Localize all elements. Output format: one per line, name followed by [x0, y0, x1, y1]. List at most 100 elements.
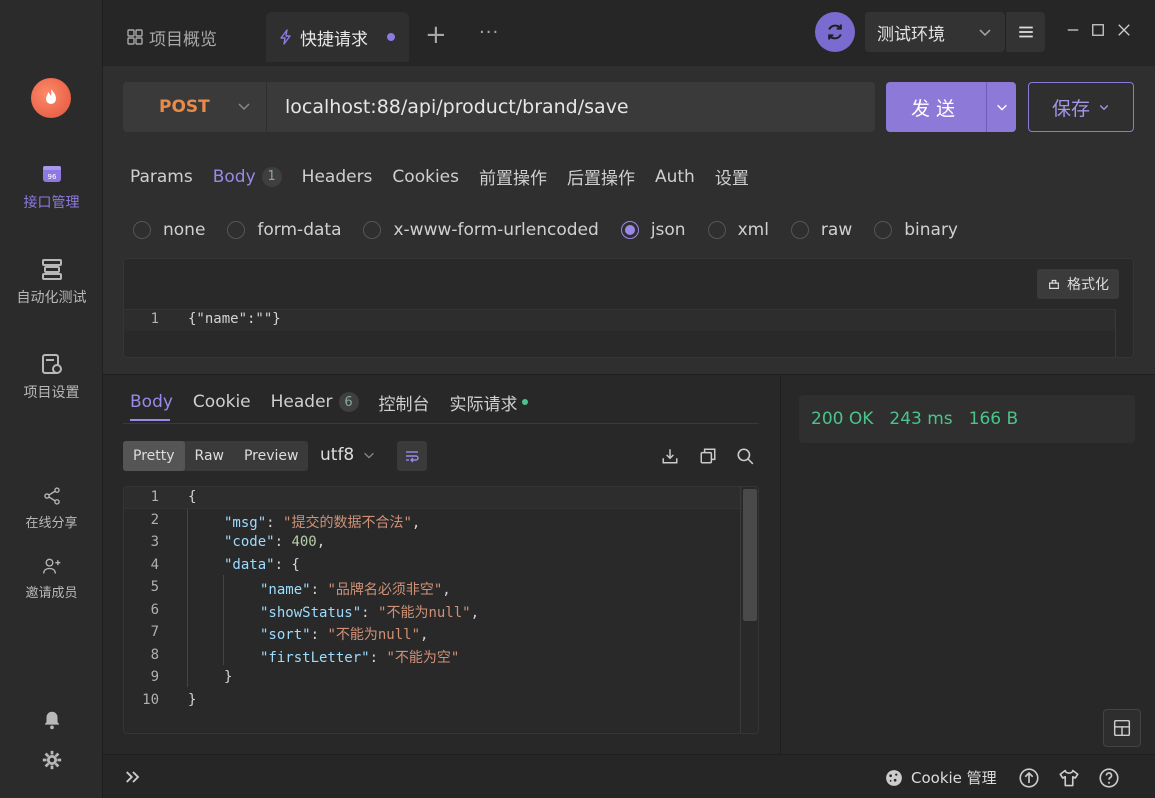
- url-input[interactable]: [267, 82, 875, 132]
- code-line: "name": "品牌名必须非空",: [260, 579, 451, 599]
- minimize-button[interactable]: [1063, 20, 1083, 40]
- tab-response-cookie[interactable]: Cookie: [193, 389, 251, 415]
- word-wrap-button[interactable]: [397, 441, 427, 471]
- tab-response-body[interactable]: Body: [130, 389, 173, 415]
- tab-settings[interactable]: 设置: [715, 164, 749, 189]
- radio-xml[interactable]: xml: [707, 220, 769, 240]
- sidebar-item-share[interactable]: 在线分享: [0, 486, 103, 531]
- radio-dot: [620, 221, 639, 239]
- status-dot: [521, 399, 528, 405]
- tab-label: Auth: [654, 166, 695, 187]
- code-token: "品牌名必须非空": [327, 582, 443, 598]
- line-number: 9: [150, 669, 159, 685]
- sidebar-item-api-management[interactable]: 96 接口管理: [0, 162, 103, 212]
- radio-dot: [874, 221, 893, 239]
- tab-params[interactable]: Params: [130, 164, 193, 189]
- method-select[interactable]: POST: [123, 82, 267, 132]
- code-token: }: [188, 691, 197, 708]
- encoding-select[interactable]: utf8: [320, 445, 376, 465]
- tab-quick-request[interactable]: 快捷请求: [266, 12, 409, 62]
- response-scrollbar[interactable]: [740, 487, 758, 733]
- radio-label: json: [650, 220, 686, 240]
- radio-urlencoded[interactable]: x-www-form-urlencoded: [363, 220, 599, 240]
- tab-pre-script[interactable]: 前置操作: [479, 164, 547, 189]
- maximize-icon: [1092, 24, 1104, 36]
- format-button[interactable]: 格式化: [1037, 269, 1119, 299]
- sidebar-item-invite[interactable]: 邀请成员: [0, 556, 103, 601]
- code-token: :: [310, 627, 328, 643]
- view-label: Pretty: [133, 448, 175, 464]
- radio-binary[interactable]: binary: [874, 220, 958, 240]
- method-label: POST: [159, 97, 210, 117]
- minimize-icon: [1067, 29, 1079, 31]
- environment-select[interactable]: 测试环境: [865, 12, 1005, 52]
- divider: [123, 423, 759, 424]
- editor-scrollbar[interactable]: [1115, 309, 1133, 357]
- expand-sidebar-icon[interactable]: [123, 767, 143, 787]
- code-line: "showStatus": "不能为null",: [260, 602, 479, 622]
- tab-body[interactable]: Body 1: [213, 164, 282, 189]
- radio-json[interactable]: json: [620, 220, 686, 240]
- tab-cookies[interactable]: Cookies: [392, 164, 459, 189]
- code-token: "data": [224, 556, 275, 573]
- more-tabs-button[interactable]: ···: [479, 22, 499, 43]
- sidebar-item-automation[interactable]: 自动化测试: [0, 257, 103, 307]
- code-line: "msg": "提交的数据不合法",: [224, 512, 420, 532]
- search-icon[interactable]: [736, 447, 754, 465]
- response-status-panel: 200 OK 243 ms 166 B: [780, 374, 1155, 754]
- code-line: "data": {: [224, 557, 300, 573]
- tab-label: 控制台: [378, 394, 430, 415]
- radio-raw[interactable]: raw: [790, 220, 852, 240]
- line-number: 6: [150, 601, 159, 618]
- send-button[interactable]: 发送: [886, 82, 1016, 132]
- shirt-icon[interactable]: [1059, 768, 1079, 788]
- new-tab-button[interactable]: +: [425, 20, 447, 50]
- sidebar-item-project-settings[interactable]: 项目设置: [0, 352, 103, 402]
- tab-console[interactable]: 控制台: [379, 389, 430, 415]
- tab-headers[interactable]: Headers: [302, 164, 373, 189]
- save-button[interactable]: 保存: [1028, 82, 1134, 132]
- code-token: {: [188, 489, 197, 505]
- copy-icon[interactable]: [699, 447, 717, 465]
- view-pretty[interactable]: Pretty: [123, 441, 185, 471]
- send-dropdown-button[interactable]: [986, 82, 1016, 132]
- gear-icon[interactable]: [41, 749, 63, 771]
- tab-response-header[interactable]: Header 6: [271, 389, 359, 415]
- tab-post-script[interactable]: 后置操作: [567, 164, 635, 189]
- code-token: "msg": [224, 514, 267, 531]
- view-preview[interactable]: Preview: [234, 441, 309, 471]
- code-token: ,: [420, 627, 429, 643]
- layout-toggle-button[interactable]: [1103, 709, 1141, 747]
- tab-label: 前置操作: [478, 169, 547, 189]
- close-button[interactable]: [1114, 20, 1134, 40]
- response-body-viewer[interactable]: 1 {2 "msg": "提交的数据不合法", 3 "code": 400, 4 "data…: [123, 486, 759, 734]
- tab-project-overview[interactable]: 项目概览: [115, 12, 229, 62]
- response-tabs: Body Cookie Header 6 控制台 实际请求: [130, 389, 548, 415]
- tab-label: Cookies: [392, 166, 459, 187]
- help-icon[interactable]: [1099, 768, 1119, 788]
- chevron-down-icon: [238, 103, 250, 111]
- stack-icon: [41, 259, 62, 280]
- top-bar: 项目概览 快捷请求 + ··· 测试环境: [103, 0, 1155, 66]
- download-icon[interactable]: [661, 447, 679, 465]
- maximize-button[interactable]: [1088, 20, 1108, 40]
- bell-icon[interactable]: [41, 709, 63, 731]
- cookie-manager-button[interactable]: Cookie 管理: [885, 767, 997, 788]
- code-token: :: [310, 582, 328, 598]
- unsaved-dot: [387, 33, 395, 41]
- count-badge: 1: [261, 166, 282, 187]
- sync-icon: [828, 24, 842, 40]
- hamburger-icon: [1018, 26, 1033, 38]
- tab-actual-request[interactable]: 实际请求: [450, 389, 528, 415]
- scrollbar-thumb[interactable]: [743, 489, 757, 621]
- code-token: ,: [470, 604, 480, 621]
- radio-none[interactable]: none: [133, 220, 205, 240]
- tab-label: Body: [130, 392, 173, 412]
- upload-icon[interactable]: [1019, 768, 1039, 788]
- environment-menu-button[interactable]: [1005, 12, 1045, 52]
- sync-button[interactable]: [815, 12, 855, 52]
- tab-auth[interactable]: Auth: [655, 164, 695, 189]
- radio-form-data[interactable]: form-data: [227, 220, 341, 240]
- request-body-editor[interactable]: 格式化 1 {"name":""}: [123, 258, 1134, 358]
- view-raw[interactable]: Raw: [185, 441, 234, 471]
